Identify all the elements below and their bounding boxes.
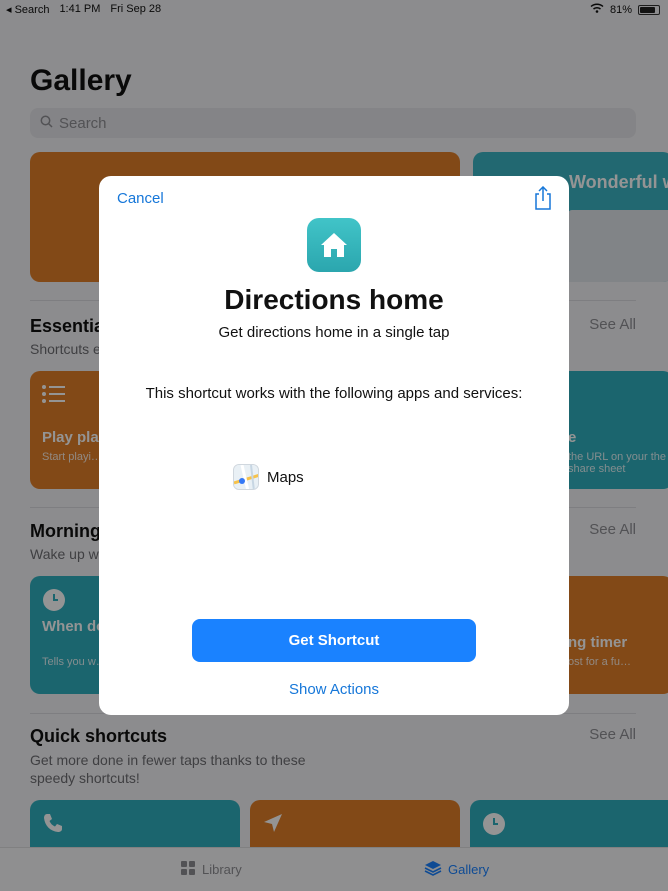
service-label: Maps [267, 468, 304, 486]
get-shortcut-button[interactable]: Get Shortcut [192, 619, 476, 662]
home-app-icon [307, 218, 361, 272]
service-item: Maps [233, 464, 304, 490]
shortcut-detail-modal: Cancel Directions home Get directions ho… [99, 176, 569, 715]
cancel-button[interactable]: Cancel [117, 190, 164, 207]
show-actions-link[interactable]: Show Actions [99, 681, 569, 698]
share-icon[interactable] [533, 185, 553, 210]
maps-icon [233, 464, 259, 490]
services-heading: This shortcut works with the following a… [145, 385, 523, 402]
shortcut-title: Directions home [224, 284, 444, 315]
shortcut-subtitle: Get directions home in a single tap [218, 324, 450, 341]
